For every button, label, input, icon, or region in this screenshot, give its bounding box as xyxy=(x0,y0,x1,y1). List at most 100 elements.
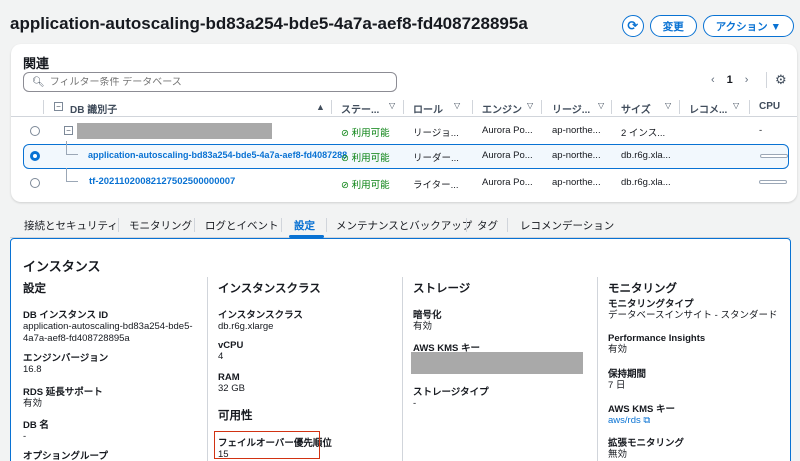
instance-class-value: db.r6g.xlarge xyxy=(218,321,274,332)
db-identifier-link[interactable]: application-autoscaling-bd83a254-bde5-4a… xyxy=(88,150,347,160)
table-row[interactable]: tf-20211020082127502500000007 ⊘ 利用可能 ライタ… xyxy=(11,168,797,195)
col-header-cpu[interactable]: CPU xyxy=(759,101,780,112)
instance-class-heading: インスタンスクラス xyxy=(218,283,321,295)
tab-monitoring[interactable]: モニタリング xyxy=(129,218,192,233)
tab-divider xyxy=(118,218,119,232)
col-header-recommend[interactable]: レコメ... xyxy=(689,101,727,116)
col-header-size[interactable]: サイズ xyxy=(621,101,651,116)
page-number[interactable]: 1 xyxy=(727,74,733,86)
instance-class-column: インスタンスクラス インスタンスクラス db.r6g.xlarge vCPU 4… xyxy=(214,280,408,460)
storage-type-field: ストレージタイプ - xyxy=(413,384,603,410)
row-radio-selected[interactable] xyxy=(30,151,40,161)
tab-tags[interactable]: タグ xyxy=(477,218,498,233)
row-radio[interactable] xyxy=(30,178,40,188)
prev-page-icon[interactable]: ‹ xyxy=(711,74,715,86)
actions-button[interactable]: アクション ▼ xyxy=(702,15,794,37)
instance-class-label: インスタンスクラス xyxy=(218,310,303,321)
col-header-status[interactable]: ステー... xyxy=(341,101,379,116)
detail-tabs: 接続とセキュリティ モニタリング ログとイベント 設定 メンテナンスとバックアッ… xyxy=(10,212,790,238)
encryption-value: 有効 xyxy=(413,321,433,332)
cell-size: 2 インス... xyxy=(621,128,666,139)
vcpu-field: vCPU 4 xyxy=(218,340,408,363)
status-badge: ⊘ 利用可能 xyxy=(341,180,390,191)
cell-engine: Aurora Po... xyxy=(482,177,533,188)
tab-connectivity[interactable]: 接続とセキュリティ xyxy=(24,218,118,233)
filter-icon[interactable]: ▽ xyxy=(665,101,671,110)
search-box[interactable]: 🔍︎ xyxy=(23,72,397,92)
cell-role: ライター... xyxy=(413,180,459,191)
engine-version-value: 16.8 xyxy=(23,364,42,375)
monitoring-type-value: データベースインサイト - スタンダード xyxy=(608,310,778,321)
filter-icon[interactable]: ▽ xyxy=(598,101,604,110)
row-radio[interactable] xyxy=(30,126,40,136)
expand-all-icon[interactable]: − xyxy=(54,102,63,111)
cell-role: リーダー... xyxy=(413,153,459,164)
cpu-bar xyxy=(759,180,787,184)
performance-insights-field: Performance Insights 有効 xyxy=(608,333,798,356)
tab-logs-events[interactable]: ログとイベント xyxy=(205,218,279,233)
refresh-icon: ⟳ xyxy=(627,18,639,33)
failover-highlight-box xyxy=(214,431,320,459)
storage-type-value: - xyxy=(413,398,417,409)
engine-version-label: エンジンバージョン xyxy=(23,353,109,364)
monitoring-heading: モニタリング xyxy=(608,283,677,295)
col-header-db-id[interactable]: DB 識別子 xyxy=(70,101,117,116)
filter-icon[interactable]: ▽ xyxy=(389,101,395,110)
monitoring-type-label: モニタリングタイプ xyxy=(608,299,694,310)
cell-engine: Aurora Po... xyxy=(482,150,533,161)
settings-gear-icon[interactable]: ⚙ xyxy=(766,72,787,88)
redacted-kms-key xyxy=(411,352,583,374)
ram-field: RAM 32 GB xyxy=(218,372,408,395)
related-title: 関連 xyxy=(23,56,50,71)
vcpu-value: 4 xyxy=(218,351,224,362)
monitoring-column: モニタリング モニタリングタイプ データベースインサイト - スタンダード Pe… xyxy=(608,280,798,460)
enhanced-monitoring-field: 拡張モニタリング 無効 xyxy=(608,435,798,461)
tab-recommendations[interactable]: レコメンデーション xyxy=(520,218,614,233)
cell-region: ap-northe... xyxy=(552,177,601,188)
col-header-engine[interactable]: エンジン xyxy=(482,101,522,116)
table-row-selected[interactable]: application-autoscaling-bd83a254-bde5-4a… xyxy=(23,141,789,169)
col-divider xyxy=(679,100,680,114)
refresh-button[interactable]: ⟳ xyxy=(621,15,644,37)
modify-button[interactable]: 変更 xyxy=(649,15,697,37)
engine-version-field: エンジンバージョン 16.8 xyxy=(23,350,213,376)
option-group-label: オプショングループ xyxy=(23,451,108,461)
availability-heading: 可用性 xyxy=(218,410,253,422)
tab-divider xyxy=(466,218,467,232)
external-link-icon: ⧉ xyxy=(643,415,651,426)
column-divider xyxy=(402,277,403,461)
search-input[interactable] xyxy=(49,76,370,88)
filter-icon[interactable]: ▽ xyxy=(454,101,460,110)
rds-ext-support-field: RDS 延長サポート 有効 xyxy=(23,384,213,410)
instance-panel: インスタンス 設定 DB インスタンス ID application-autos… xyxy=(10,238,791,461)
tab-maintenance-backup[interactable]: メンテナンスとバックアップ xyxy=(336,218,472,233)
table-row[interactable]: − ⊘ 利用可能 リージョ... Aurora Po... ap-northe.… xyxy=(11,118,797,143)
enhanced-monitoring-value: 無効 xyxy=(608,449,628,460)
db-identifier-link[interactable]: tf-20211020082127502500000007 xyxy=(89,176,235,187)
storage-heading: ストレージ xyxy=(413,283,471,295)
next-page-icon[interactable]: › xyxy=(745,74,749,86)
related-card: 関連 🔍︎ ‹ 1 › ⚙ − DB 識別子 ▲ ステー... ▽ ロール ▽ … xyxy=(11,44,797,202)
pagination: ‹ 1 › xyxy=(711,74,748,86)
storage-column: ストレージ 暗号化 有効 AWS KMS キー ストレージタイプ - xyxy=(411,280,603,409)
cell-engine: Aurora Po... xyxy=(482,125,533,136)
config-column: 設定 DB インスタンス ID application-autoscaling-… xyxy=(23,280,213,461)
col-divider xyxy=(749,100,750,114)
col-header-region[interactable]: リージ... xyxy=(552,101,590,116)
db-name-field: DB 名 - xyxy=(23,417,213,443)
filter-icon[interactable]: ▽ xyxy=(527,101,533,110)
col-divider xyxy=(611,100,612,114)
performance-insights-label: Performance Insights xyxy=(608,333,706,344)
kms-key-link[interactable]: aws/rds ⧉ xyxy=(608,415,798,426)
filter-icon[interactable]: ▽ xyxy=(733,101,739,110)
tab-configuration[interactable]: 設定 xyxy=(294,218,315,233)
col-header-role[interactable]: ロール xyxy=(413,101,443,116)
retention-field: 保持期間 7 日 xyxy=(608,366,798,392)
collapse-icon[interactable]: − xyxy=(64,126,73,135)
sort-asc-icon[interactable]: ▲ xyxy=(316,102,325,112)
col-divider xyxy=(43,100,44,114)
retention-label: 保持期間 xyxy=(608,369,647,380)
encryption-field: 暗号化 有効 xyxy=(413,307,603,333)
col-divider xyxy=(472,100,473,114)
tab-divider xyxy=(194,218,195,232)
